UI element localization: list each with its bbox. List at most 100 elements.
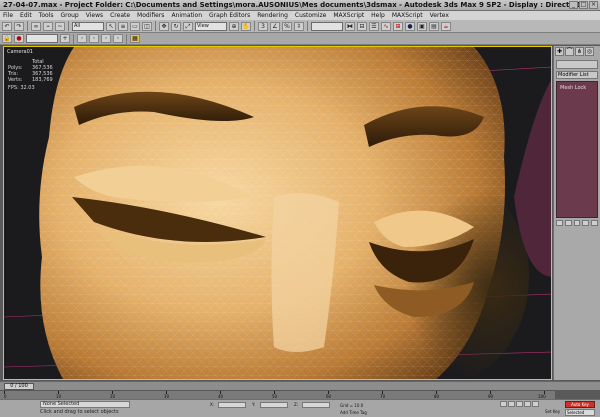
x-coord-field[interactable] <box>218 402 246 408</box>
close-button[interactable]: × <box>589 1 598 9</box>
status-bar: None Selected Click and drag to select o… <box>0 399 600 417</box>
active-tool-icon[interactable]: ▦ <box>130 34 140 43</box>
add-time-tag[interactable]: Add Time Tag <box>340 410 367 415</box>
x-label: X: <box>210 402 215 407</box>
modifier-stack[interactable]: Mesh Lock <box>556 81 598 218</box>
window-crossing-icon[interactable]: ◫ <box>142 21 152 31</box>
menu-help[interactable]: Help <box>371 11 385 20</box>
menu-rendering[interactable]: Rendering <box>257 11 288 20</box>
y-coord-field[interactable] <box>260 402 288 408</box>
menu-maxscript[interactable]: MAXScript <box>333 11 364 20</box>
minimize-button[interactable]: _ <box>569 1 578 9</box>
z-coord-field[interactable] <box>302 402 330 408</box>
maximize-button[interactable]: □ <box>579 1 588 9</box>
unlink-icon[interactable]: ⌁ <box>43 21 53 31</box>
redo-icon[interactable]: ↷ <box>14 21 24 31</box>
menu-animation[interactable]: Animation <box>171 11 202 20</box>
angle-snap-icon[interactable]: ∠ <box>270 21 280 31</box>
tool-a-icon[interactable]: ◦ <box>77 34 87 43</box>
title-file: 27-04-07.max <box>3 1 58 9</box>
rect-select-icon[interactable]: ▭ <box>130 21 140 31</box>
selection-filter-dropdown[interactable]: All <box>72 21 104 31</box>
layer-current-icon[interactable]: ● <box>14 34 24 43</box>
time-slider[interactable]: 0 / 100 <box>4 383 34 390</box>
link-icon[interactable]: ∞ <box>31 21 41 31</box>
window-controls: _ □ × <box>569 1 598 9</box>
rotate-icon[interactable]: ↻ <box>171 21 181 31</box>
modifier-stack-item[interactable]: Mesh Lock <box>560 85 586 91</box>
layer-add-icon[interactable]: + <box>60 34 70 43</box>
app-window: 27-04-07.max - Project Folder: C:\Docume… <box>0 0 600 417</box>
layer-dropdown[interactable] <box>26 34 58 43</box>
snap-icon[interactable]: 3 <box>258 21 268 31</box>
reference-coord-dropdown[interactable]: View <box>195 21 227 31</box>
viewport-label[interactable]: Camera01 <box>7 49 33 55</box>
previous-frame-icon[interactable] <box>508 401 515 407</box>
menu-maxscript-2[interactable]: MAXScript <box>392 11 423 20</box>
configure-sets-icon[interactable] <box>591 220 598 226</box>
set-key-button[interactable]: Set Key <box>545 409 567 414</box>
pivot-icon[interactable]: ⊕ <box>229 21 239 31</box>
menu-create[interactable]: Create <box>110 11 130 20</box>
object-name-field[interactable] <box>556 60 598 69</box>
menu-graph-editors[interactable]: Graph Editors <box>209 11 250 20</box>
named-selection-dropdown[interactable] <box>311 21 343 31</box>
undo-icon[interactable]: ↶ <box>2 21 12 31</box>
z-label: Z: <box>294 402 299 407</box>
show-end-result-icon[interactable] <box>564 220 572 226</box>
command-panel: ✚ ⌒ ⋔ ◎ Modifier List Mesh Lock <box>553 46 600 380</box>
material-editor-icon[interactable]: ● <box>405 21 415 31</box>
select-object-icon[interactable]: ↖ <box>106 21 116 31</box>
auto-key-button[interactable]: Auto Key <box>565 401 595 408</box>
menu-tools[interactable]: Tools <box>39 11 54 20</box>
align-icon[interactable]: ⊟ <box>357 21 367 31</box>
manipulate-icon[interactable]: ✋ <box>241 21 251 31</box>
key-selection-dropdown[interactable]: Selected <box>565 409 595 416</box>
menu-views[interactable]: Views <box>86 11 103 20</box>
mirror-icon[interactable]: ⧓ <box>345 21 355 31</box>
next-frame-icon[interactable] <box>524 401 531 407</box>
menu-customize[interactable]: Customize <box>295 11 327 20</box>
menu-bar: File Edit Tools Group Views Create Modif… <box>0 11 600 20</box>
spinner-snap-icon[interactable]: ⇳ <box>294 21 304 31</box>
render-frame-icon[interactable]: ▤ <box>429 21 439 31</box>
motion-tab-icon[interactable]: ◎ <box>585 47 594 56</box>
title-sep: - Project Folder: <box>59 1 123 9</box>
render-setup-icon[interactable]: ▣ <box>417 21 427 31</box>
percent-snap-icon[interactable]: % <box>282 21 292 31</box>
create-tab-icon[interactable]: ✚ <box>555 47 564 56</box>
modify-tab-icon[interactable]: ⌒ <box>565 47 574 56</box>
lock-icon[interactable]: 🔒 <box>2 34 12 43</box>
sculpted-face-mesh <box>4 47 551 379</box>
layer-icon[interactable]: ☰ <box>369 21 379 31</box>
title-app: - Autodesk 3ds Max 9 SP2 <box>398 1 502 9</box>
time-slider-track[interactable]: 0 / 100 <box>0 381 600 390</box>
menu-edit[interactable]: Edit <box>20 11 32 20</box>
menu-vertex[interactable]: Vertex <box>430 11 449 20</box>
menu-file[interactable]: File <box>3 11 13 20</box>
move-icon[interactable]: ✥ <box>159 21 169 31</box>
go-to-start-icon[interactable] <box>500 401 507 407</box>
quick-render-icon[interactable]: ☕ <box>441 21 451 31</box>
schematic-icon[interactable]: ⊞ <box>393 21 403 31</box>
prompt-line: Click and drag to select objects <box>40 409 119 415</box>
go-to-end-icon[interactable] <box>532 401 539 407</box>
track-bar[interactable]: 0 10 20 30 40 50 60 70 80 90 100 <box>0 390 555 399</box>
tool-d-icon[interactable]: ◦ <box>113 34 123 43</box>
tool-c-icon[interactable]: ◦ <box>101 34 111 43</box>
bind-icon[interactable]: ~ <box>55 21 65 31</box>
play-icon[interactable] <box>516 401 523 407</box>
remove-modifier-icon[interactable] <box>582 220 590 226</box>
scale-icon[interactable]: ⤢ <box>183 21 193 31</box>
select-by-name-icon[interactable]: ≡ <box>118 21 128 31</box>
tool-b-icon[interactable]: ◦ <box>89 34 99 43</box>
menu-group[interactable]: Group <box>60 11 78 20</box>
make-unique-icon[interactable] <box>573 220 581 226</box>
menu-modifiers[interactable]: Modifiers <box>137 11 164 20</box>
separator <box>27 21 28 31</box>
hierarchy-tab-icon[interactable]: ⋔ <box>575 47 584 56</box>
modifier-list-dropdown[interactable]: Modifier List <box>556 71 598 79</box>
curve-editor-icon[interactable]: ∿ <box>381 21 391 31</box>
pin-stack-icon[interactable] <box>556 220 563 226</box>
camera-viewport[interactable]: Camera01 Total Polys: 367,536 Tris: 367,53… <box>3 46 552 380</box>
